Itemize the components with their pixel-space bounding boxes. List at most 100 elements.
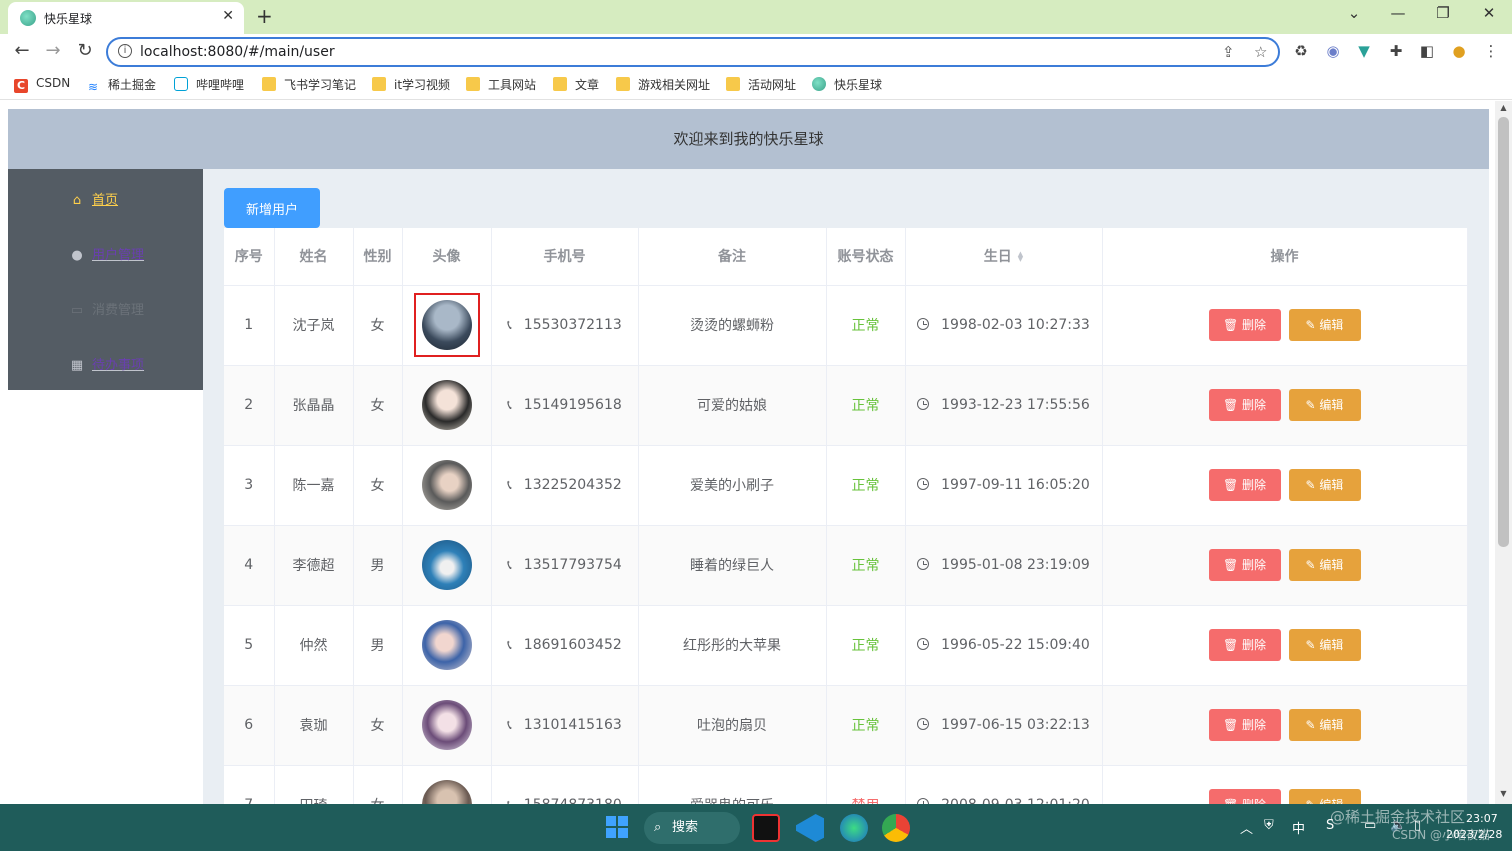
table-row: 6 袁珈女 📞︎ 13101415163 吐泡的扇贝 正常 1997-06-15 03:22… <box>224 685 1468 766</box>
bookmarks-bar: C CSDN ≋ 稀土掘金 哔哩哔哩 飞书学习笔记 it学习视频 工具网站 文章 游… <box>0 70 1512 100</box>
url-text[interactable]: localhost:8080/#/main/user <box>140 44 335 60</box>
restore-icon[interactable]: ❐ <box>1428 4 1458 22</box>
folder-icon <box>616 77 630 91</box>
table-row: 5 仲然男 📞︎ 18691603452 红彤彤的大苹果 正常 1996-05-22 15:… <box>224 605 1468 686</box>
scroll-down-icon[interactable]: ▼ <box>1495 789 1512 798</box>
intellij-app-icon[interactable] <box>752 814 780 842</box>
taskbar-search[interactable]: ⌕ 搜索 <box>644 812 740 844</box>
tab-close-icon[interactable]: ✕ <box>222 8 234 24</box>
bookmark-csdn[interactable]: C CSDN <box>14 76 70 93</box>
tab-search-chevron-icon[interactable]: ⌄ <box>1339 4 1369 22</box>
browser-tab[interactable]: 快乐星球 ✕ <box>8 2 244 34</box>
recycle-extension-icon[interactable]: ♻ <box>1290 42 1312 60</box>
edit-button[interactable]: ✎ 编辑 <box>1288 309 1361 341</box>
delete-button[interactable]: 🗑︎ 删除 <box>1208 469 1281 501</box>
status-text: 正常 <box>851 478 880 494</box>
profile-avatar-icon[interactable]: ● <box>1448 42 1470 60</box>
cell-gender: 女 <box>353 765 403 804</box>
bookmark-bilibili[interactable]: 哔哩哔哩 <box>174 76 244 93</box>
cell-gender: 女 <box>353 285 403 366</box>
address-bar[interactable]: i localhost:8080/#/main/user ⇪ ☆ <box>106 37 1280 67</box>
reload-icon[interactable]: ↻ <box>73 40 97 61</box>
site-info-icon[interactable]: i <box>118 44 132 58</box>
app-header: 欢迎来到我的快乐星球 <box>8 109 1489 169</box>
bookmark-games[interactable]: 游戏相关网址 <box>616 76 710 93</box>
delete-button[interactable]: 🗑︎ 删除 <box>1208 549 1281 581</box>
cell-index: 7 <box>224 765 275 804</box>
clock-time[interactable]: 23:07 <box>1466 812 1498 825</box>
col-birthday[interactable]: 生日 ▲ ▼ <box>905 228 1103 286</box>
sidebar-item-users[interactable]: ● 用户管理 <box>68 244 144 264</box>
edit-button[interactable]: ✎ 编辑 <box>1288 709 1361 741</box>
cell-status: 禁用 <box>826 765 906 804</box>
phone-icon: 📞︎ <box>507 478 512 493</box>
bookmark-planet[interactable]: 快乐星球 <box>812 76 882 93</box>
scroll-thumb[interactable] <box>1498 117 1509 547</box>
sort-caret-icon[interactable]: ▲ ▼ <box>1018 251 1023 263</box>
avatar-highlight-box <box>413 293 480 357</box>
back-icon[interactable]: ← <box>10 40 34 61</box>
table-row: 7田琦女 📞︎15874873180爱哭鬼的可乐禁用2008-09-03 12:0… <box>224 765 1468 804</box>
clock-icon <box>917 558 930 570</box>
delete-button[interactable]: 🗑︎ 删除 <box>1208 309 1281 341</box>
edit-button[interactable]: ✎ 编辑 <box>1288 789 1361 804</box>
pencil-icon: ✎ <box>1305 718 1320 732</box>
bookmark-juejin[interactable]: ≋ 稀土掘金 <box>86 76 156 94</box>
minimize-icon[interactable]: — <box>1383 4 1413 22</box>
delete-button[interactable]: 🗑︎ 删除 <box>1208 709 1281 741</box>
cell-name: 袁珈 <box>274 685 354 766</box>
cell-name: 张晶晶 <box>274 365 354 446</box>
cell-status: 正常 <box>826 285 906 366</box>
bookmark-star-icon[interactable]: ☆ <box>1254 43 1267 61</box>
more-menu-icon[interactable]: ⋮ <box>1480 42 1502 60</box>
share-icon[interactable]: ⇪ <box>1222 43 1235 61</box>
sidebar-item-todo[interactable]: ▦ 待办事项 <box>68 354 144 374</box>
browser-toolbar: ← → ↻ i localhost:8080/#/main/user ⇪ ☆ ♻… <box>0 34 1512 70</box>
cell-status: 正常 <box>826 605 906 686</box>
status-text: 正常 <box>851 398 880 414</box>
windows-start-icon[interactable] <box>606 816 628 838</box>
edit-button[interactable]: ✎ 编辑 <box>1288 389 1361 421</box>
vscode-app-icon[interactable] <box>796 814 824 842</box>
chrome-app-icon[interactable] <box>882 814 910 842</box>
cell-status: 正常 <box>826 525 906 606</box>
extensions-puzzle-icon[interactable]: ✚ <box>1385 42 1407 60</box>
defender-icon[interactable]: ⛨ <box>1264 818 1274 833</box>
edit-button[interactable]: ✎ 编辑 <box>1288 469 1361 501</box>
vue-devtools-icon[interactable]: ▼ <box>1353 42 1375 60</box>
edit-button[interactable]: ✎ 编辑 <box>1288 549 1361 581</box>
clock-icon <box>917 718 930 730</box>
bookmark-feishu[interactable]: 飞书学习笔记 <box>262 76 356 93</box>
bookmark-articles[interactable]: 文章 <box>553 76 599 93</box>
add-user-button[interactable]: 新增用户 <box>224 188 320 228</box>
circle-extension-icon[interactable]: ◉ <box>1322 42 1344 60</box>
sidebar-item-home[interactable]: ⌂ 首页 <box>68 189 118 209</box>
table-header-row: 序号 姓名 性别 头像 手机号 备注 账号状态 生日 ▲ ▼ 操作 <box>224 228 1468 286</box>
bookmark-events[interactable]: 活动网址 <box>726 76 796 93</box>
tray-chevron-icon[interactable]: ︿ <box>1240 818 1253 837</box>
delete-button[interactable]: 🗑︎ 删除 <box>1208 629 1281 661</box>
cell-phone: 📞︎ 13517793754 <box>491 525 639 606</box>
scroll-up-icon[interactable]: ▲ <box>1495 103 1512 112</box>
user-avatar <box>421 540 472 590</box>
cell-avatar <box>402 605 492 686</box>
cell-phone: 📞︎ 15530372113 <box>491 285 639 366</box>
delete-button[interactable]: 🗑︎ 删除 <box>1208 389 1281 421</box>
page-scrollbar[interactable]: ▲ ▼ <box>1495 101 1512 804</box>
folder-icon <box>726 77 740 91</box>
close-window-icon[interactable]: ✕ <box>1474 4 1504 22</box>
cell-birthday: 2008-09-03 12:01:20 <box>905 765 1103 804</box>
edit-button[interactable]: ✎ 编辑 <box>1288 629 1361 661</box>
bookmark-tools[interactable]: 工具网站 <box>466 76 536 93</box>
cell-note: 吐泡的扇贝 <box>638 685 827 766</box>
bookmark-it-video[interactable]: it学习视频 <box>372 76 450 93</box>
status-text: 正常 <box>851 638 880 654</box>
side-panel-icon[interactable]: ◧ <box>1416 42 1438 60</box>
forward-icon[interactable]: → <box>41 40 65 61</box>
new-tab-button[interactable]: + <box>256 4 273 28</box>
delete-button[interactable]: 🗑︎ 删除 <box>1208 789 1281 804</box>
clock-icon <box>917 478 930 490</box>
edge-app-icon[interactable] <box>840 814 868 842</box>
sidebar-item-consumption[interactable]: ▭ 消费管理 <box>68 299 144 319</box>
ime-indicator[interactable]: 中 <box>1292 818 1305 837</box>
